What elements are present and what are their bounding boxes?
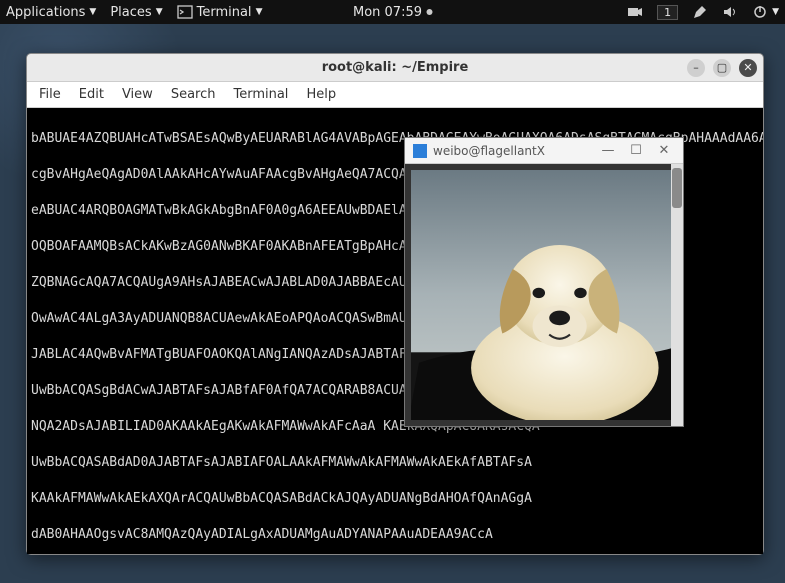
clock[interactable]: Mon 07:59 xyxy=(353,5,432,20)
power-icon xyxy=(752,4,768,20)
system-top-bar: Applications ▼ Places ▼ Terminal ▼ Mon 0… xyxy=(0,0,785,24)
menu-applications[interactable]: Applications ▼ xyxy=(6,5,96,20)
menu-terminal[interactable]: Terminal ▼ xyxy=(177,4,263,20)
caret-down-icon: ▼ xyxy=(89,7,96,17)
tray-power-menu[interactable]: ▼ xyxy=(752,4,779,20)
workspace-number: 1 xyxy=(664,6,671,19)
menu-terminal-label: Terminal xyxy=(197,5,252,20)
menu-terminal-tab[interactable]: Terminal xyxy=(233,87,288,102)
menu-view[interactable]: View xyxy=(122,87,153,102)
menu-applications-label: Applications xyxy=(6,5,85,20)
b64-line: UwBbACQASABdAD0AJABTAFsAJABIAFOALAAkAFMA… xyxy=(31,454,759,472)
caret-down-icon: ▼ xyxy=(156,7,163,17)
tray-edit-icon[interactable] xyxy=(692,4,708,20)
terminal-icon xyxy=(177,4,193,20)
close-button[interactable]: ✕ xyxy=(739,59,757,77)
maximize-button[interactable]: ☐ xyxy=(625,143,647,158)
workspace-indicator[interactable]: 1 xyxy=(657,5,678,20)
image-viewer-titlebar[interactable]: weibo@flagellantX — ☐ ✕ xyxy=(405,138,683,164)
caret-down-icon: ▼ xyxy=(772,7,779,17)
minimize-button[interactable]: – xyxy=(687,59,705,77)
close-button[interactable]: ✕ xyxy=(653,143,675,158)
scrollbar-thumb[interactable] xyxy=(672,168,682,208)
caret-down-icon: ▼ xyxy=(256,7,263,17)
app-icon xyxy=(413,144,427,158)
tray-video-icon[interactable] xyxy=(627,4,643,20)
terminal-title: root@kali: ~/Empire xyxy=(322,60,469,75)
image-viewer-body[interactable] xyxy=(405,164,683,426)
menu-help[interactable]: Help xyxy=(306,87,336,102)
image-viewer-title: weibo@flagellantX xyxy=(433,144,545,158)
terminal-titlebar[interactable]: root@kali: ~/Empire – ▢ ✕ xyxy=(27,54,763,82)
b64-line: KAAkAFMAWwAkAEkAXQArACQAUwBbACQASABdACkA… xyxy=(31,490,759,508)
menu-places[interactable]: Places ▼ xyxy=(110,5,162,20)
menu-places-label: Places xyxy=(110,5,151,20)
clock-label: Mon 07:59 xyxy=(353,5,422,20)
terminal-menubar: File Edit View Search Terminal Help xyxy=(27,82,763,108)
menu-file[interactable]: File xyxy=(39,87,61,102)
image-viewer-window: weibo@flagellantX — ☐ ✕ xyxy=(404,137,684,427)
minimize-button[interactable]: — xyxy=(597,143,619,158)
dog-photo xyxy=(411,170,677,420)
menu-edit[interactable]: Edit xyxy=(79,87,104,102)
tray-volume-icon[interactable] xyxy=(722,4,738,20)
image-scrollbar[interactable] xyxy=(671,164,683,426)
b64-line: dAB0AHAAOgsvAC8AMQAzQAyADIALgAxADUAMgAuA… xyxy=(31,526,759,544)
menu-search[interactable]: Search xyxy=(171,87,216,102)
notification-dot-icon xyxy=(426,9,432,15)
maximize-button[interactable]: ▢ xyxy=(713,59,731,77)
